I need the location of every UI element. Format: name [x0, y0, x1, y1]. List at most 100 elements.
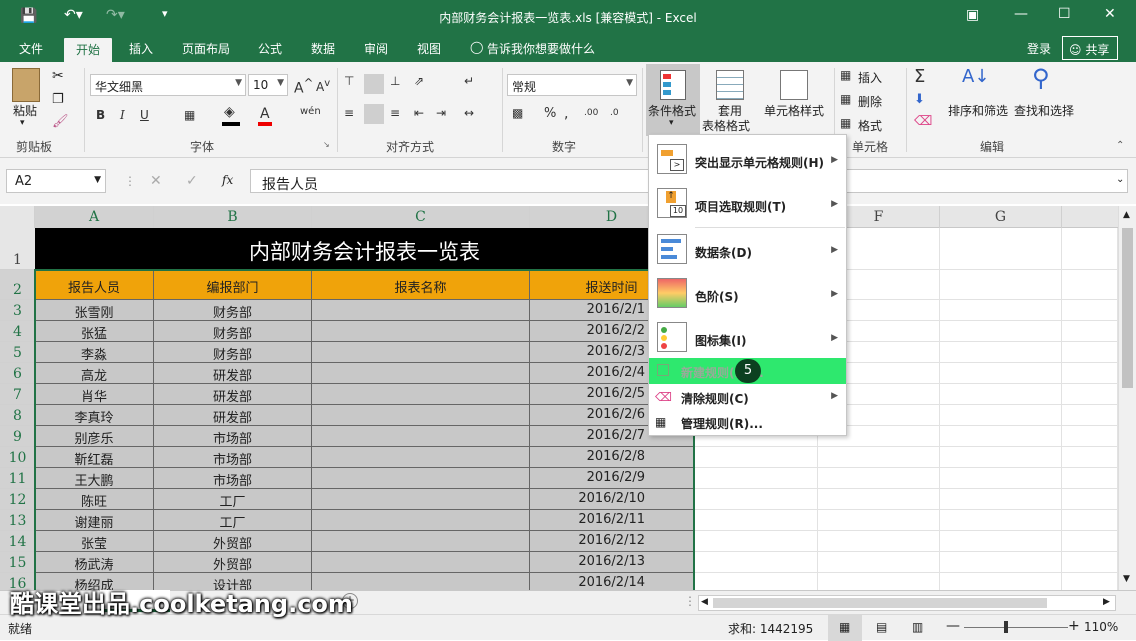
- tab-formulas[interactable]: 公式: [258, 40, 282, 57]
- empty-cell[interactable]: [694, 552, 818, 573]
- row-header[interactable]: 4: [0, 321, 35, 342]
- menu-highlight-rules[interactable]: > 突出显示单元格规则(H) ▶: [649, 139, 846, 179]
- table-cell[interactable]: 靳红磊: [35, 447, 154, 468]
- zoom-in-icon[interactable]: +: [1068, 618, 1080, 634]
- empty-cell[interactable]: [940, 321, 1062, 342]
- table-cell[interactable]: 财务部: [154, 321, 312, 342]
- table-header-cell[interactable]: 编报部门: [154, 270, 312, 300]
- align-bottom-icon[interactable]: ⊥: [390, 74, 400, 88]
- empty-cell[interactable]: [694, 489, 818, 510]
- row-header[interactable]: 14: [0, 531, 35, 552]
- format-cells-button[interactable]: 格式: [858, 117, 882, 134]
- close-icon[interactable]: ✕: [1104, 6, 1116, 22]
- empty-cell[interactable]: [940, 510, 1062, 531]
- align-left-icon[interactable]: ≡: [344, 106, 354, 120]
- column-header-g[interactable]: G: [940, 206, 1062, 228]
- maximize-icon[interactable]: ☐: [1058, 6, 1071, 22]
- comma-icon[interactable]: ,: [564, 106, 568, 122]
- cancel-icon[interactable]: ✕: [150, 173, 162, 189]
- menu-icon-sets[interactable]: 图标集(I) ▶: [649, 317, 846, 357]
- menu-manage-rules[interactable]: ▦ 管理规则(R)...: [649, 410, 846, 434]
- table-cell[interactable]: 市场部: [154, 447, 312, 468]
- table-cell[interactable]: 工厂: [154, 489, 312, 510]
- row-header[interactable]: 12: [0, 489, 35, 510]
- align-top-icon[interactable]: ⊤: [344, 74, 354, 88]
- sheet-title[interactable]: 内部财务会计报表一览表: [35, 228, 694, 270]
- table-cell[interactable]: [312, 426, 530, 447]
- empty-cell[interactable]: [1062, 573, 1118, 590]
- table-cell[interactable]: [312, 321, 530, 342]
- italic-button[interactable]: I: [120, 108, 125, 122]
- conditional-format-button[interactable]: 条件格式 ▾: [646, 64, 700, 136]
- vertical-scrollbar[interactable]: ▲ ▼: [1118, 206, 1136, 590]
- table-cell[interactable]: [312, 531, 530, 552]
- underline-button[interactable]: U: [140, 108, 149, 122]
- minimize-icon[interactable]: —: [1014, 6, 1028, 22]
- dialog-launcher-icon[interactable]: ↘: [323, 140, 330, 149]
- table-cell[interactable]: [312, 447, 530, 468]
- table-cell[interactable]: 研发部: [154, 384, 312, 405]
- phonetic-icon[interactable]: wén: [300, 106, 321, 117]
- zoom-out-icon[interactable]: —: [946, 618, 960, 634]
- row-header[interactable]: 2: [0, 270, 35, 300]
- empty-cell[interactable]: [940, 489, 1062, 510]
- table-cell[interactable]: 外贸部: [154, 552, 312, 573]
- table-cell[interactable]: 2016/2/8: [530, 447, 694, 468]
- scroll-down-icon[interactable]: ▼: [1123, 574, 1130, 584]
- sort-filter-button[interactable]: 排序和筛选: [948, 102, 1008, 119]
- row-header[interactable]: 1: [0, 228, 35, 270]
- empty-cell[interactable]: [1062, 447, 1118, 468]
- clear-icon[interactable]: ⌫: [914, 114, 932, 129]
- empty-cell[interactable]: [1062, 552, 1118, 573]
- table-cell[interactable]: 王大鹏: [35, 468, 154, 489]
- table-cell[interactable]: 谢建丽: [35, 510, 154, 531]
- empty-cell[interactable]: [1062, 270, 1118, 300]
- table-cell[interactable]: 市场部: [154, 468, 312, 489]
- delete-cells-icon[interactable]: ▦: [840, 92, 851, 106]
- table-cell[interactable]: 陈旺: [35, 489, 154, 510]
- page-break-view-icon[interactable]: ▥: [912, 620, 923, 634]
- insert-cells-icon[interactable]: ▦: [840, 68, 851, 82]
- table-cell[interactable]: [312, 342, 530, 363]
- horizontal-scrollbar[interactable]: ◀ ▶: [698, 595, 1116, 611]
- empty-cell[interactable]: [1062, 363, 1118, 384]
- row-header[interactable]: 11: [0, 468, 35, 489]
- menu-data-bars[interactable]: 数据条(D) ▶: [649, 229, 846, 269]
- table-cell[interactable]: 肖华: [35, 384, 154, 405]
- table-cell[interactable]: [312, 489, 530, 510]
- empty-cell[interactable]: [1062, 321, 1118, 342]
- empty-cell[interactable]: [940, 447, 1062, 468]
- column-header-a[interactable]: A: [35, 206, 154, 228]
- find-select-icon[interactable]: ⚲: [1032, 64, 1050, 92]
- empty-cell[interactable]: [1062, 531, 1118, 552]
- autosum-icon[interactable]: Σ: [914, 66, 925, 87]
- empty-cell[interactable]: [694, 468, 818, 489]
- font-name-combo[interactable]: 华文细黑 ▼: [90, 74, 246, 96]
- login-link[interactable]: 登录: [1027, 40, 1051, 57]
- empty-cell[interactable]: [940, 363, 1062, 384]
- tab-file[interactable]: 文件: [19, 40, 43, 57]
- table-cell[interactable]: 2016/2/10: [530, 489, 694, 510]
- bold-button[interactable]: B: [96, 108, 105, 122]
- row-header[interactable]: 5: [0, 342, 35, 363]
- wrap-text-icon[interactable]: ↵: [464, 74, 474, 88]
- empty-cell[interactable]: [1062, 468, 1118, 489]
- row-header[interactable]: 6: [0, 363, 35, 384]
- empty-cell[interactable]: [940, 384, 1062, 405]
- page-layout-view-icon[interactable]: ▤: [876, 620, 887, 634]
- tab-data[interactable]: 数据: [311, 40, 335, 57]
- currency-icon[interactable]: ▩: [512, 106, 523, 120]
- table-cell[interactable]: 2016/2/12: [530, 531, 694, 552]
- zoom-slider-handle[interactable]: [1004, 621, 1008, 633]
- table-cell[interactable]: [312, 468, 530, 489]
- empty-cell[interactable]: [940, 531, 1062, 552]
- align-right-icon[interactable]: ≡: [390, 106, 400, 120]
- table-cell[interactable]: 张雪刚: [35, 300, 154, 321]
- cell-style-icon[interactable]: [780, 70, 808, 100]
- empty-cell[interactable]: [940, 342, 1062, 363]
- select-all-corner[interactable]: [0, 206, 35, 228]
- menu-top-bottom-rules[interactable]: ↑ 10 项目选取规则(T) ▶: [649, 183, 846, 223]
- cell-style-button[interactable]: 单元格样式: [764, 102, 824, 119]
- scroll-left-icon[interactable]: ◀: [701, 597, 708, 607]
- align-center-icon[interactable]: [364, 104, 384, 124]
